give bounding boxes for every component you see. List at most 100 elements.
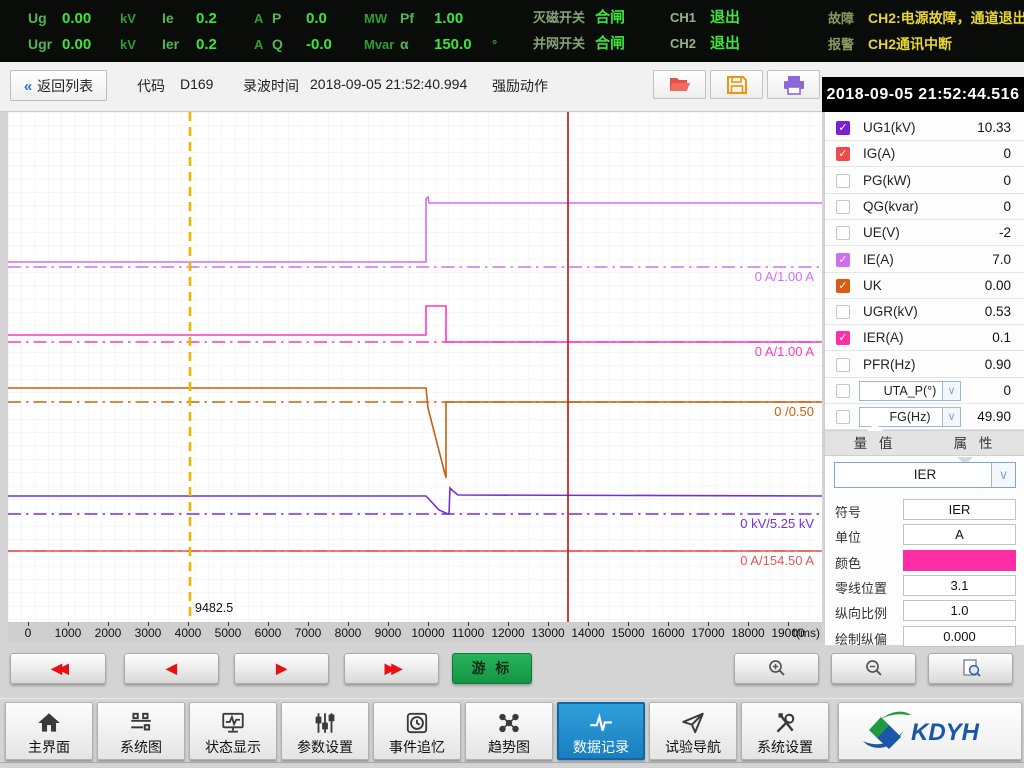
channel-checkbox[interactable] (836, 410, 850, 424)
tab-参数设置[interactable]: 参数设置 (281, 702, 369, 760)
channel-selector-dropdown[interactable]: IER ∨ (834, 462, 1016, 488)
system-diagram-icon (98, 705, 184, 737)
save-icon (726, 75, 748, 95)
channel-row-PFR(Hz)[interactable]: PFR(Hz) 0.90 (825, 352, 1024, 378)
tab-label: 趋势图 (466, 737, 552, 757)
tab-label: 系统图 (98, 737, 184, 757)
channel-checkbox[interactable]: ✓ (836, 121, 850, 135)
channel-checkbox[interactable] (836, 226, 850, 240)
tab-状态显示[interactable]: 状态显示 (189, 702, 277, 760)
system-clock: 2018-09-05 21:52:44.516 (822, 77, 1024, 112)
step-back-button[interactable]: ◀ (124, 653, 219, 684)
axis-tick-label: 18000 (731, 626, 764, 640)
tab-label: 参数设置 (282, 737, 368, 757)
channel-checkbox[interactable] (836, 200, 850, 214)
channel-checkbox[interactable] (836, 358, 850, 372)
alert-报警: 报警CH2通讯中断 (828, 31, 1024, 57)
code-label: 代码 (137, 76, 165, 96)
axis-tick-label: 4000 (175, 626, 202, 640)
tab-趋势图[interactable]: 趋势图 (465, 702, 553, 760)
double-chevron-left-icon: « (24, 78, 32, 95)
prop-row-零线位置: 零线位置3.1 (825, 574, 1024, 599)
tab-事件追忆[interactable]: 事件追忆 (373, 702, 461, 760)
tab-系统图[interactable]: 系统图 (97, 702, 185, 760)
channel-name: UK (863, 278, 882, 293)
channel-checkbox[interactable] (836, 174, 850, 188)
rewind-button[interactable]: ◀◀ (10, 653, 106, 684)
axis-tick-label: 3000 (135, 626, 162, 640)
channel-checkbox[interactable]: ✓ (836, 147, 850, 161)
alert-status: 故障CH2:电源故障，通道退出报警CH2通讯中断 (828, 5, 1024, 31)
panel-tabs: 量 值 属 性 (825, 430, 1024, 456)
channel-checkbox[interactable]: ✓ (836, 331, 850, 345)
waveform-plot[interactable]: 0 A/1.00 A0 A/1.00 A0 /0.500 kV/5.25 kV0… (8, 112, 822, 622)
channel-row-UGR(kV)[interactable]: UGR(kV) 0.53 (825, 299, 1024, 325)
axis-tick-label: 7000 (295, 626, 322, 640)
chevron-down-icon: ∨ (942, 382, 960, 400)
channel-value: 0.00 (985, 278, 1011, 293)
metric-Q: Q-0.0Mvar (272, 31, 400, 58)
color-swatch[interactable] (903, 550, 1016, 571)
metric-Ie: Ie0.2A (162, 5, 272, 32)
prop-value[interactable]: 1.0 (903, 600, 1016, 621)
system-settings-icon (742, 705, 828, 737)
channel-checkbox[interactable]: ✓ (836, 279, 850, 293)
channel-row-IG(A)[interactable]: ✓IG(A) 0 (825, 141, 1024, 167)
channel-checkbox[interactable] (836, 384, 850, 398)
prop-row-绘制纵偏: 绘制纵偏0.000 (825, 625, 1024, 650)
tab-试验导航[interactable]: 试验导航 (649, 702, 737, 760)
channel-value: 7.0 (992, 252, 1011, 267)
prop-row-符号: 符号IER (825, 498, 1024, 523)
waveform-chart[interactable]: 0 A/1.00 A0 A/1.00 A0 /0.500 kV/5.25 kV0… (8, 112, 822, 642)
prop-value[interactable]: 3.1 (903, 575, 1016, 596)
channel-value: 0.53 (985, 304, 1011, 319)
channel-row-UK[interactable]: ✓ UK 0.00 (825, 273, 1024, 299)
channel-checkbox[interactable] (836, 305, 850, 319)
channel-row-FG(Hz)[interactable]: FG(Hz)∨ 49.90 (825, 404, 1024, 430)
channel-row-UE(V)[interactable]: UE(V) -2 (825, 220, 1024, 246)
zoom-in-button[interactable] (734, 653, 819, 684)
axis-tick-label: 17000 (691, 626, 724, 640)
fast-forward-button[interactable]: ▶▶ (344, 653, 439, 684)
axis-tick-label: 11000 (452, 626, 484, 640)
tab-数据记录[interactable]: 数据记录 (557, 702, 645, 760)
step-forward-button[interactable]: ▶ (234, 653, 329, 684)
tab-properties[interactable]: 属 性 (925, 431, 1024, 457)
channel-row-IER(A)[interactable]: ✓IER(A) 0.1 (825, 325, 1024, 351)
tab-values[interactable]: 量 值 (825, 431, 925, 457)
brand-logo-button[interactable]: KDYH (838, 702, 1022, 760)
metrics-row-1: Ug0.00kV Ie0.2A P0.0MW Pf1.00 (28, 5, 520, 31)
open-file-button[interactable] (653, 70, 706, 99)
tab-label: 状态显示 (190, 737, 276, 757)
zoom-preview-button[interactable] (928, 653, 1013, 684)
tab-系统设置[interactable]: 系统设置 (741, 702, 829, 760)
channel-row-QG(kvar)[interactable]: QG(kvar) 0 (825, 194, 1024, 220)
zoom-preview-icon (961, 658, 981, 678)
channel-row-PG(kW)[interactable]: PG(kW) 0 (825, 168, 1024, 194)
channel-row-IE(A)[interactable]: ✓ IE(A) 7.0 (825, 247, 1024, 273)
cursor-toggle-button[interactable]: 游 标 (452, 653, 532, 684)
prop-value[interactable]: 0.000 (903, 626, 1016, 647)
channel-checkbox[interactable]: ✓ (836, 253, 850, 267)
back-to-list-button[interactable]: «返回列表 (10, 70, 107, 101)
save-button[interactable] (710, 70, 763, 99)
channel-name: IE(A) (863, 252, 894, 267)
channel-row-UTA_P(°)[interactable]: UTA_P(°)∨ 0 (825, 378, 1024, 404)
print-icon (782, 75, 806, 95)
tab-主界面[interactable]: 主界面 (5, 702, 93, 760)
prop-value[interactable]: IER (903, 499, 1016, 520)
alert-故障: 故障CH2:电源故障，通道退出 (828, 5, 1024, 31)
channel-row-UG1(kV)[interactable]: ✓UG1(kV) 10.33 (825, 115, 1024, 141)
switch-灭磁开关: 灭磁开关合闸 (533, 5, 625, 31)
zoom-out-icon (864, 658, 884, 678)
channel-name-dropdown[interactable]: UTA_P(°)∨ (859, 381, 961, 401)
kdyh-logo: KDYH (855, 707, 1005, 753)
scale-label-IG: 0 A/154.50 A (740, 553, 814, 568)
test-nav-icon (650, 705, 736, 737)
status-display-icon (190, 705, 276, 737)
param-settings-icon (282, 705, 368, 737)
zoom-out-button[interactable] (831, 653, 916, 684)
record-time-value: 2018-09-05 21:52:40.994 (310, 76, 467, 92)
print-button[interactable] (767, 70, 820, 99)
prop-value[interactable]: A (903, 524, 1016, 545)
